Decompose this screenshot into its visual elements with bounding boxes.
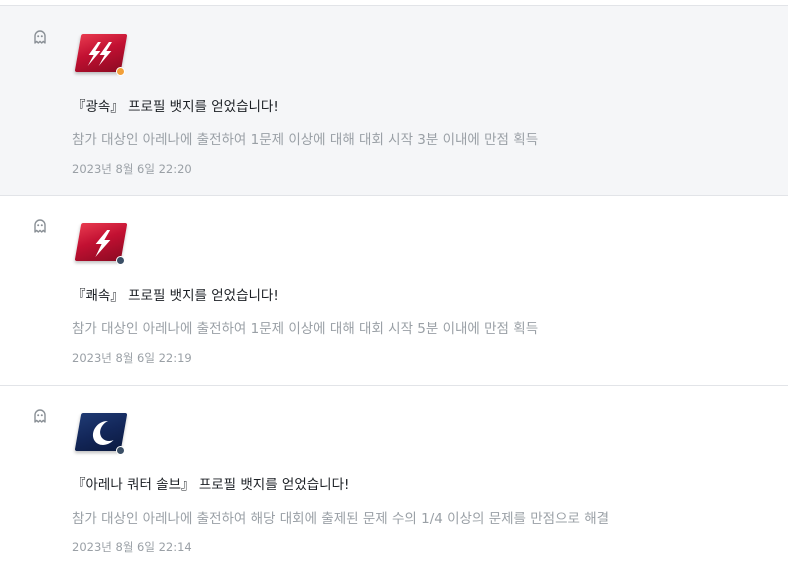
notification-title: 『광속』 프로필 뱃지를 얻었습니다! — [72, 99, 279, 115]
badge-image — [74, 413, 128, 455]
badge-status-dot — [116, 67, 125, 76]
notification-description: 참가 대상인 아레나에 출전하여 1문제 이상에 대해 대회 시작 5분 이내에… — [72, 321, 539, 337]
notification-title: 『쾌속』 프로필 뱃지를 얻었습니다! — [72, 288, 279, 304]
ghost-icon — [34, 409, 46, 423]
notification-item[interactable]: 『쾌속』 프로필 뱃지를 얻었습니다! 참가 대상인 아레나에 출전하여 1문제… — [0, 196, 788, 386]
crescent-moon-icon — [92, 420, 114, 445]
notification-title: 『아레나 쿼터 솔브』 프로필 뱃지를 얻었습니다! — [72, 477, 350, 493]
ghost-icon — [34, 30, 46, 44]
notification-timestamp: 2023년 8월 6일 22:14 — [72, 540, 192, 554]
notification-item[interactable]: 『광속』 프로필 뱃지를 얻었습니다! 참가 대상인 아레나에 출전하여 1문제… — [0, 5, 788, 196]
notification-description: 참가 대상인 아레나에 출전하여 해당 대회에 출제된 문제 수의 1/4 이상… — [72, 511, 610, 527]
notification-item[interactable]: 『아레나 쿼터 솔브』 프로필 뱃지를 얻었습니다! 참가 대상인 아레나에 출… — [0, 386, 788, 573]
notification-description: 참가 대상인 아레나에 출전하여 1문제 이상에 대해 대회 시작 3분 이내에… — [72, 132, 539, 148]
notification-timestamp: 2023년 8월 6일 22:20 — [72, 162, 192, 176]
lightning-icon — [95, 230, 111, 257]
badge-image — [74, 223, 128, 265]
ghost-icon — [34, 219, 46, 233]
badge-image — [74, 34, 128, 76]
notification-feed: 『광속』 프로필 뱃지를 얻었습니다! 참가 대상인 아레나에 출전하여 1문제… — [0, 0, 788, 573]
double-lightning-icon — [87, 42, 112, 66]
badge-status-dot — [116, 256, 125, 265]
badge-status-dot — [116, 446, 125, 455]
notification-timestamp: 2023년 8월 6일 22:19 — [72, 351, 192, 365]
